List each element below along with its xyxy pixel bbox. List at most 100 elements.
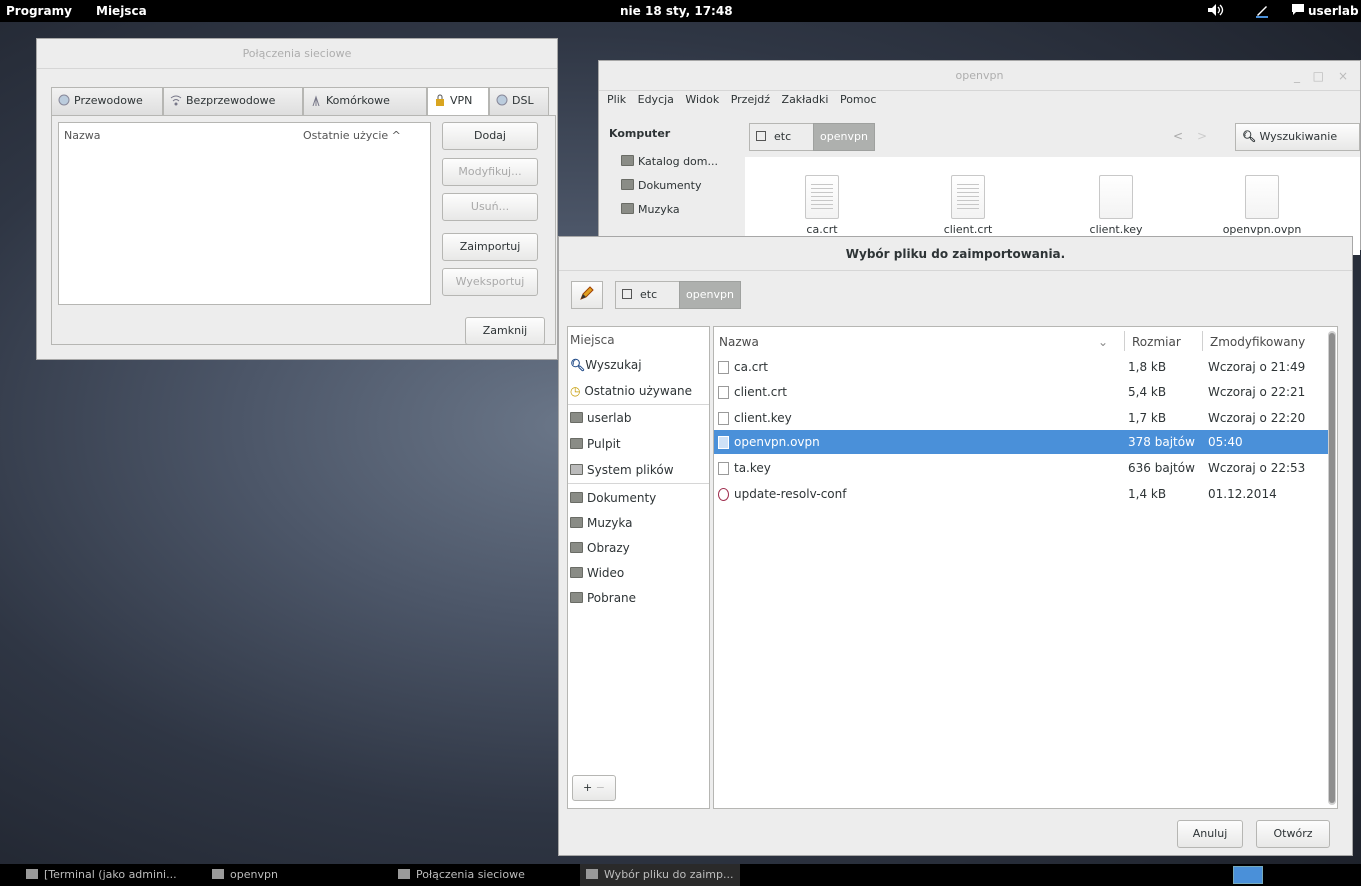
close-button[interactable]: Zamknij <box>465 317 545 345</box>
sidebar-item-music[interactable]: Muzyka <box>621 203 680 216</box>
file-name: update-resolv-conf <box>734 487 847 501</box>
place-downloads[interactable]: Pobrane <box>570 591 636 605</box>
file-row-selected[interactable]: openvpn.ovpn 378 bajtów 05:40 <box>714 430 1328 454</box>
file-row[interactable]: client.crt 5,4 kB Wczoraj o 22:21 <box>714 380 1328 404</box>
file-label[interactable]: client.crt <box>913 223 1023 236</box>
task-openvpn[interactable]: openvpn <box>212 868 278 881</box>
forward-icon[interactable]: > <box>1197 129 1207 143</box>
menu-view[interactable]: Widok <box>685 93 719 106</box>
place-userlab[interactable]: userlab <box>570 411 631 425</box>
modify-button[interactable]: Modyfikuj... <box>442 158 538 186</box>
path-openvpn[interactable]: openvpn <box>679 281 741 309</box>
search-button[interactable]: 🔍︎ Wyszukiwanie <box>1235 123 1360 151</box>
close-window-button[interactable]: × <box>1338 69 1348 83</box>
user-menu[interactable]: userlab <box>1308 4 1359 18</box>
column-size[interactable]: Rozmiar <box>1132 335 1181 349</box>
maximize-button[interactable]: □ <box>1313 69 1324 83</box>
tab-wired[interactable]: Przewodowe <box>51 87 163 115</box>
menu-bookmarks[interactable]: Zakładki <box>782 93 829 106</box>
search-icon: 🔍︎ <box>1242 130 1256 143</box>
openvpn-file-manager-window: openvpn _ □ × Plik Edycja Widok Przejdź … <box>598 60 1361 255</box>
file-label[interactable]: ca.crt <box>767 223 877 236</box>
file-label[interactable]: openvpn.ovpn <box>1207 223 1317 236</box>
file-icon[interactable] <box>951 175 985 219</box>
file-icon[interactable] <box>1099 175 1133 219</box>
programs-menu[interactable]: Programy <box>6 4 72 18</box>
tab-dsl[interactable]: DSL <box>489 87 549 115</box>
file-row[interactable]: client.key 1,7 kB Wczoraj o 22:20 <box>714 406 1328 430</box>
connection-list[interactable]: Nazwa Ostatnie użycie ^ <box>58 122 431 305</box>
menu-go[interactable]: Przejdź <box>731 93 770 106</box>
place-videos[interactable]: Wideo <box>570 566 624 580</box>
network-icon[interactable] <box>1254 3 1270 22</box>
folder-icon <box>621 203 634 214</box>
place-pictures[interactable]: Obrazy <box>570 541 630 555</box>
tab-wireless[interactable]: Bezprzewodowe <box>163 87 303 115</box>
network-connections-window: Połączenia sieciowe Przewodowe Bezprzewo… <box>36 38 558 360</box>
path-etc[interactable]: etc <box>749 123 815 151</box>
import-button[interactable]: Zaimportuj <box>442 233 538 261</box>
path-openvpn[interactable]: openvpn <box>813 123 875 151</box>
places-menu[interactable]: Miejsca <box>96 4 147 18</box>
minimize-button[interactable]: _ <box>1294 69 1300 83</box>
folder-icon <box>570 492 583 503</box>
window-title: openvpn <box>599 61 1360 91</box>
user-icon[interactable] <box>1292 3 1304 18</box>
file-label[interactable]: client.key <box>1061 223 1171 236</box>
place-desktop[interactable]: Pulpit <box>570 437 621 451</box>
clock[interactable]: nie 18 sty, 17:48 <box>620 4 733 18</box>
path-etc[interactable]: etc <box>615 281 681 309</box>
file-modified: 01.12.2014 <box>1208 487 1277 501</box>
delete-button[interactable]: Usuń... <box>442 193 538 221</box>
file-list: Nazwa ⌄ Rozmiar Zmodyfikowany ca.crt 1,8… <box>713 326 1338 809</box>
menu-edit[interactable]: Edycja <box>638 93 674 106</box>
task-terminal[interactable]: [Terminal (jako admini... <box>26 868 177 881</box>
tab-vpn[interactable]: VPN <box>427 87 489 116</box>
file-row[interactable]: ta.key 636 bajtów Wczoraj o 22:53 <box>714 456 1328 480</box>
file-row[interactable]: ca.crt 1,8 kB Wczoraj o 21:49 <box>714 355 1328 379</box>
volume-icon[interactable] <box>1207 3 1225 20</box>
file-name: ta.key <box>734 461 771 475</box>
open-button[interactable]: Otwórz <box>1256 820 1330 848</box>
scrollbar[interactable] <box>1328 331 1336 805</box>
divider <box>568 404 709 405</box>
sidebar-item-documents[interactable]: Dokumenty <box>621 179 701 192</box>
add-button[interactable]: Dodaj <box>442 122 538 150</box>
file-icon[interactable] <box>1245 175 1279 219</box>
scrollbar-thumb[interactable] <box>1329 333 1335 803</box>
naut-toolbar: etc openvpn < > 🔍︎ Wyszukiwanie <box>745 115 1360 157</box>
task-network-connections[interactable]: Połączenia sieciowe <box>398 868 525 881</box>
export-button[interactable]: Wyeksportuj <box>442 268 538 296</box>
remove-place-button[interactable]: − <box>596 781 605 794</box>
places-header: Miejsca <box>570 333 615 347</box>
column-separator <box>1202 331 1203 351</box>
column-name[interactable]: Nazwa <box>719 335 759 349</box>
sort-chevron-icon[interactable]: ⌄ <box>1098 335 1108 349</box>
column-last-used[interactable]: Ostatnie użycie ^ <box>303 129 401 142</box>
menu-file[interactable]: Plik <box>607 93 626 106</box>
sidebar-item-home[interactable]: Katalog dom... <box>621 155 718 168</box>
task-file-chooser[interactable]: Wybór pliku do zaimp... <box>580 864 740 886</box>
menu-help[interactable]: Pomoc <box>840 93 876 106</box>
place-filesystem[interactable]: System plików <box>570 463 674 477</box>
type-location-button[interactable] <box>571 281 603 309</box>
file-name: openvpn.ovpn <box>734 435 820 449</box>
place-documents[interactable]: Dokumenty <box>570 491 656 505</box>
dsl-icon <box>496 90 508 106</box>
add-place-button[interactable]: + <box>583 781 592 794</box>
file-icon[interactable] <box>805 175 839 219</box>
place-search[interactable]: 🔍︎Wyszukaj <box>570 358 642 372</box>
place-music[interactable]: Muzyka <box>570 516 632 530</box>
folder-icon <box>212 869 224 879</box>
file-row[interactable]: update-resolv-conf 1,4 kB 01.12.2014 <box>714 482 1328 506</box>
back-icon[interactable]: < <box>1173 129 1183 143</box>
tab-mobile[interactable]: Komórkowe <box>303 87 427 115</box>
cancel-button[interactable]: Anuluj <box>1177 820 1243 848</box>
folder-icon <box>570 517 583 528</box>
workspace-switcher[interactable] <box>1233 866 1263 884</box>
place-recent[interactable]: ◷ Ostatnio używane <box>570 384 692 398</box>
wired-icon <box>58 90 70 106</box>
file-size: 5,4 kB <box>1128 385 1167 399</box>
column-name[interactable]: Nazwa <box>64 129 100 142</box>
column-modified[interactable]: Zmodyfikowany <box>1210 335 1305 349</box>
